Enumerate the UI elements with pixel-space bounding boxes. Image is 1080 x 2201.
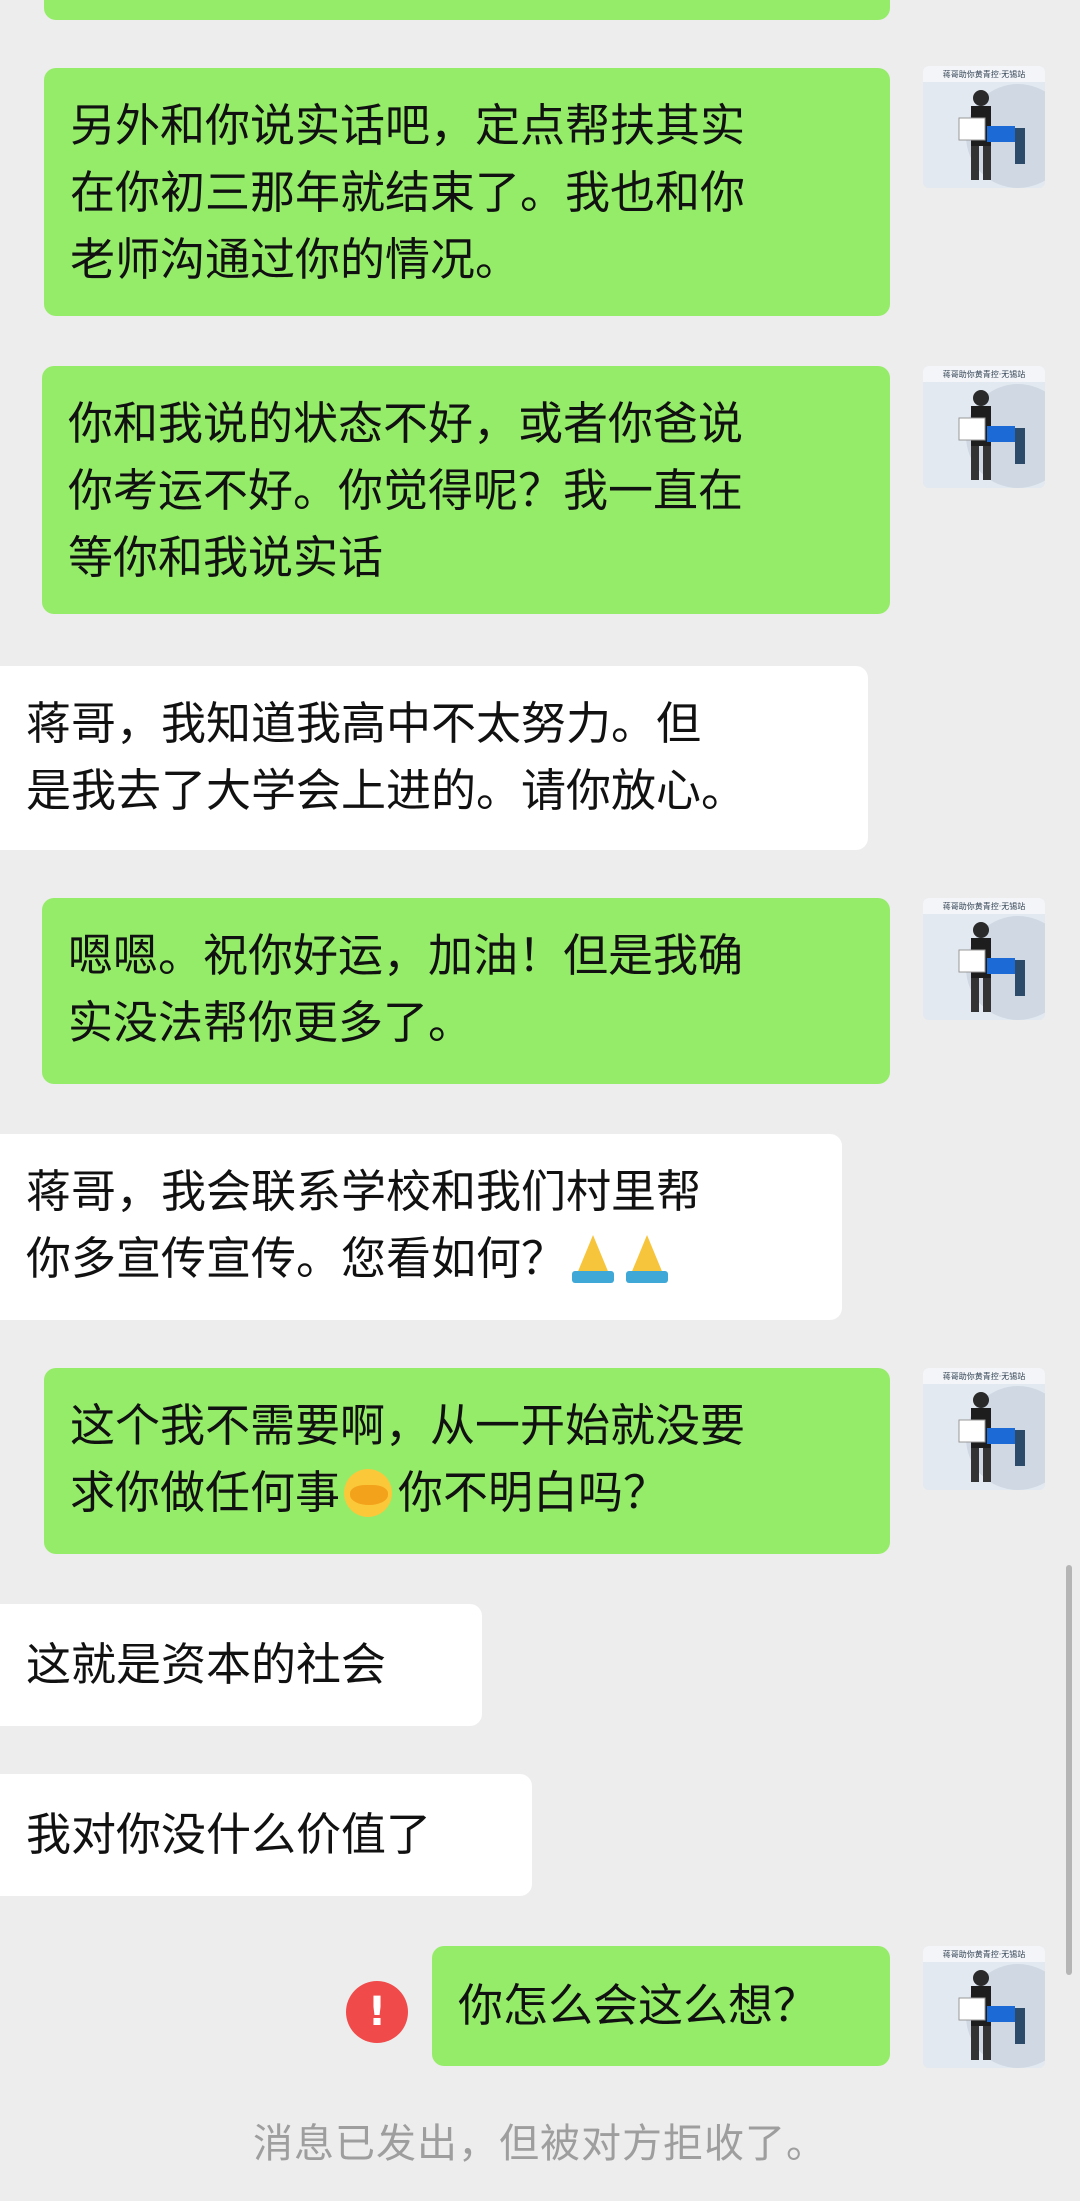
- avatar-caption: 蒋哥助你黄青控·无锡站: [943, 901, 1026, 911]
- message-text-line: 另外和你说实话吧，定点帮扶其实: [70, 99, 746, 152]
- avatar-caption: 蒋哥助你黄青控·无锡站: [943, 1949, 1026, 1959]
- avatar[interactable]: 蒋哥助你黄青控·无锡站: [923, 66, 1045, 188]
- message-text-line: 嗯嗯。祝你好运，加油！但是我确: [68, 929, 744, 982]
- message-text: 你多宣传宣传。您看如何？: [26, 1232, 567, 1285]
- face-with-hand-over-eyes-icon: [340, 1463, 398, 1521]
- message-text-line: 求你做任何事 你不明白吗？: [70, 1459, 864, 1526]
- message-text-line: 你多宣传宣传。您看如何？: [26, 1225, 816, 1292]
- avatar[interactable]: 蒋哥助你黄青控·无锡站: [923, 1946, 1045, 2068]
- avatar-caption: 蒋哥助你黄青控·无锡站: [943, 1371, 1026, 1381]
- message-text-line: 蒋哥，我知道我高中不太努力。但: [26, 697, 702, 750]
- avatar[interactable]: 蒋哥助你黄青控·无锡站: [923, 898, 1045, 1020]
- message-bubble-incoming[interactable]: 蒋哥，我会联系学校和我们村里帮 你多宣传宣传。您看如何？: [0, 1134, 842, 1320]
- avatar-caption: 蒋哥助你黄青控·无锡站: [943, 369, 1026, 379]
- message-bubble-outgoing[interactable]: 你怎么会这么想？: [432, 1946, 890, 2066]
- folded-hands-icon: [620, 1231, 674, 1285]
- message-text-line: 蒋哥，我会联系学校和我们村里帮: [26, 1165, 702, 1218]
- message-text-line: 老师沟通过你的情况。: [70, 233, 521, 286]
- scrollbar[interactable]: [1066, 1565, 1072, 1975]
- message-bubble-outgoing[interactable]: 另外和你说实话吧，定点帮扶其实 在你初三那年就结束了。我也和你 老师沟通过你的情…: [44, 68, 890, 316]
- avatar-caption: 蒋哥助你黄青控·无锡站: [943, 69, 1026, 79]
- message-bubble-incoming[interactable]: 蒋哥，我知道我高中不太努力。但 是我去了大学会上进的。请你放心。: [0, 666, 868, 850]
- message-text-line: 是我去了大学会上进的。请你放心。: [26, 764, 747, 817]
- avatar[interactable]: 蒋哥助你黄青控·无锡站: [923, 1368, 1045, 1490]
- message-bubble-outgoing[interactable]: 你和我说的状态不好，或者你爸说 你考运不好。你觉得呢？我一直在 等你和我说实话: [42, 366, 890, 614]
- message-bubble-outgoing[interactable]: 这个我不需要啊，从一开始就没要 求你做任何事 你不明白吗？: [44, 1368, 890, 1554]
- send-failed-icon[interactable]: !: [346, 1981, 408, 2043]
- message-text: 你怎么会这么想？: [458, 1979, 819, 2032]
- message-text-line: 实没法帮你更多了。: [68, 996, 474, 1049]
- message-text-line: 这个我不需要啊，从一开始就没要: [70, 1399, 746, 1452]
- rejected-notice: 消息已发出，但被对方拒收了。: [253, 2121, 827, 2167]
- message-bubble-incoming[interactable]: 这就是资本的社会: [0, 1604, 482, 1726]
- message-bubble-incoming[interactable]: 我对你没什么价值了: [0, 1774, 532, 1896]
- message-text: 求你做任何事: [70, 1466, 341, 1519]
- folded-hands-icon: [566, 1231, 620, 1285]
- message-text-line: 你考运不好。你觉得呢？我一直在: [68, 464, 744, 517]
- message-bubble-partial[interactable]: [44, 0, 890, 20]
- message-text: 我对你没什么价值了: [26, 1808, 432, 1861]
- message-text-line: 等你和我说实话: [68, 531, 384, 584]
- message-text: 这就是资本的社会: [26, 1638, 387, 1691]
- message-text-line: 在你初三那年就结束了。我也和你: [70, 166, 746, 219]
- message-text: 你不明白吗？: [398, 1466, 669, 1519]
- message-text-line: 你和我说的状态不好，或者你爸说: [68, 397, 744, 450]
- message-bubble-outgoing[interactable]: 嗯嗯。祝你好运，加油！但是我确 实没法帮你更多了。: [42, 898, 890, 1084]
- avatar[interactable]: 蒋哥助你黄青控·无锡站: [923, 366, 1045, 488]
